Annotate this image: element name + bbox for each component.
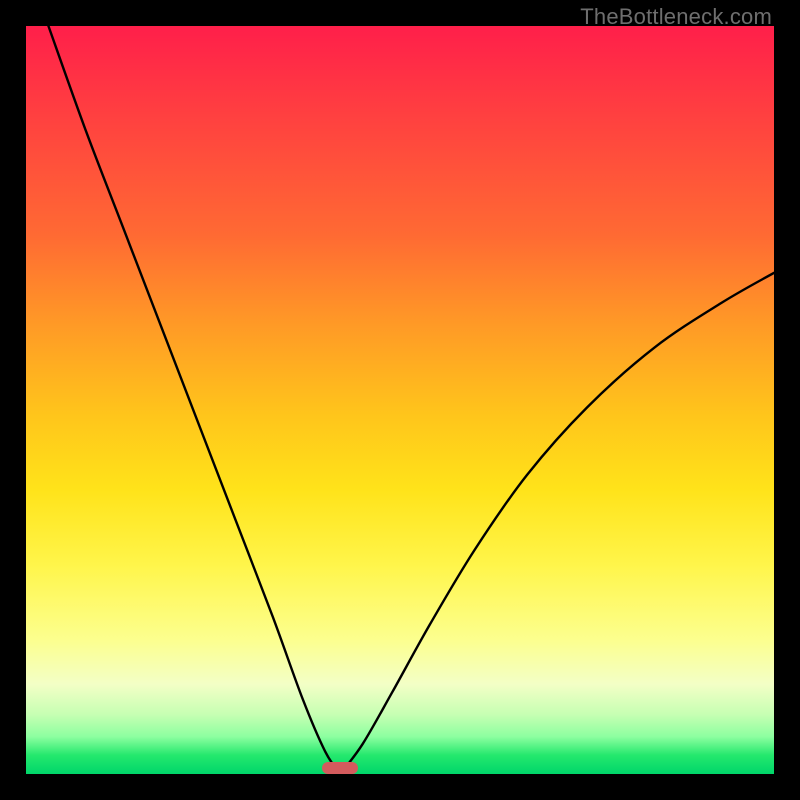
- plot-area: [26, 26, 774, 774]
- chart-frame: TheBottleneck.com: [0, 0, 800, 800]
- curve-left-branch: [48, 26, 340, 774]
- watermark-text: TheBottleneck.com: [580, 4, 772, 30]
- bottleneck-curve: [26, 26, 774, 774]
- optimal-marker: [322, 762, 358, 774]
- curve-right-branch: [340, 273, 774, 774]
